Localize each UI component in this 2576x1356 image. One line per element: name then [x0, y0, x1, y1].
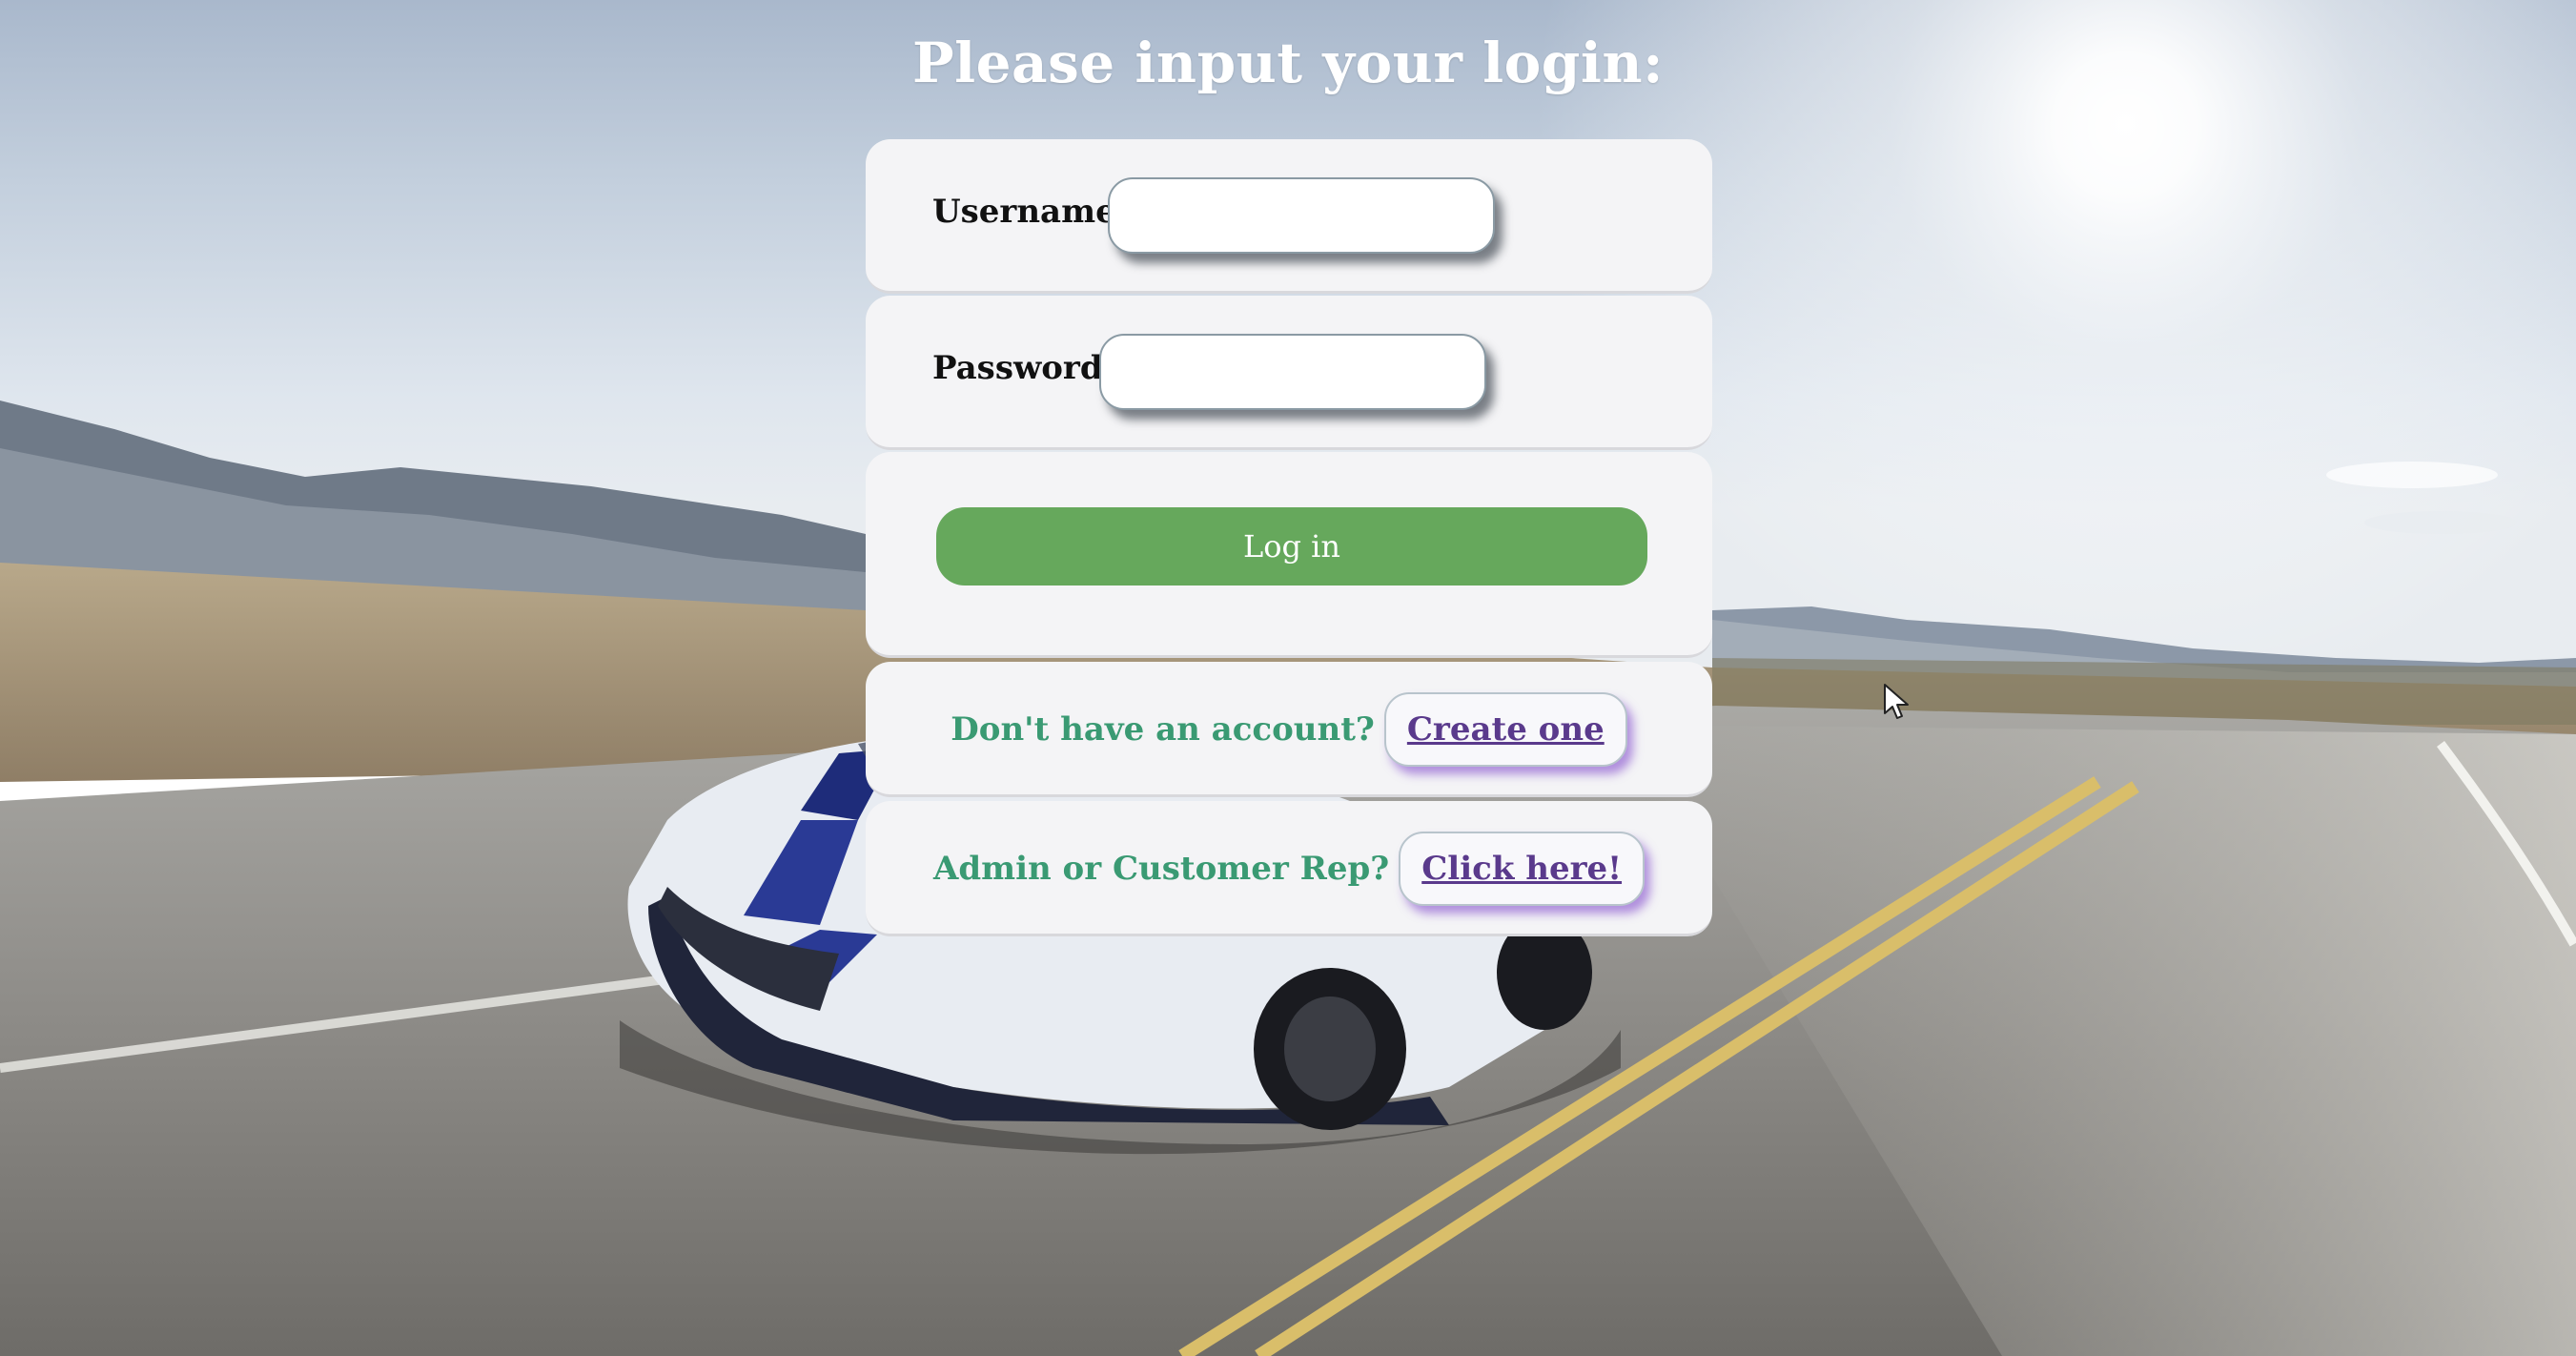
mouse-pointer-icon [1884, 684, 1909, 719]
login-button[interactable]: Log in [936, 507, 1647, 586]
create-account-link[interactable]: Create one [1383, 692, 1627, 767]
signup-row: Don't have an account? Create one [866, 662, 1712, 797]
admin-row: Admin or Customer Rep? Click here! [866, 801, 1712, 936]
page-title: Please input your login: [912, 31, 1664, 95]
password-input[interactable] [1099, 334, 1486, 410]
username-label: Username: [932, 193, 1129, 231]
admin-panel: Admin or Customer Rep? Click here! [866, 801, 1712, 936]
username-input[interactable] [1108, 177, 1495, 254]
username-panel: Username: [866, 139, 1712, 294]
password-label: Password: [932, 349, 1115, 387]
login-panel: Log in [866, 452, 1712, 658]
signup-prompt: Don't have an account? [951, 710, 1375, 749]
admin-login-link[interactable]: Click here! [1399, 832, 1646, 906]
login-form: Username: Password: Log in Don't have an… [866, 139, 1712, 936]
password-panel: Password: [866, 296, 1712, 450]
signup-panel: Don't have an account? Create one [866, 662, 1712, 797]
admin-prompt: Admin or Customer Rep? [932, 850, 1390, 888]
